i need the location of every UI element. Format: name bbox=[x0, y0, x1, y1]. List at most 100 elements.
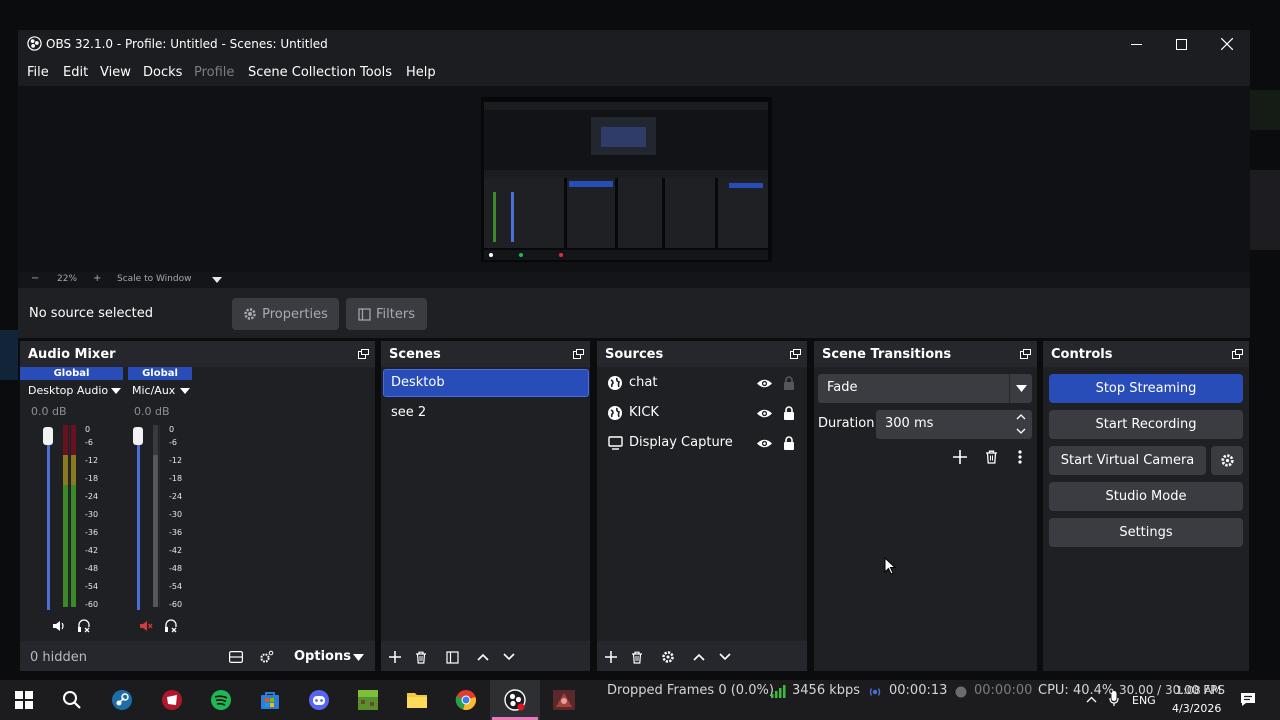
menu-docks[interactable]: Docks bbox=[143, 65, 182, 80]
eye-icon[interactable] bbox=[755, 376, 773, 390]
chevron-down-icon[interactable] bbox=[179, 387, 191, 395]
filters-label: Filters bbox=[376, 306, 415, 322]
menu-file[interactable]: File bbox=[27, 65, 49, 80]
search-icon[interactable] bbox=[57, 685, 87, 715]
chevron-up-icon[interactable] bbox=[475, 649, 491, 665]
eye-icon[interactable] bbox=[755, 436, 773, 450]
speaker-icon[interactable] bbox=[52, 619, 66, 633]
chevron-up-icon[interactable] bbox=[1085, 694, 1097, 704]
chevron-up-icon[interactable] bbox=[1014, 411, 1028, 423]
chrome-icon[interactable] bbox=[451, 685, 481, 715]
volume-slider-handle[interactable] bbox=[43, 427, 53, 445]
trash-icon[interactable] bbox=[629, 649, 645, 665]
volume-slider-handle[interactable] bbox=[133, 427, 143, 445]
clock-date[interactable]: 4/3/2026 bbox=[1172, 702, 1221, 715]
add-icon[interactable] bbox=[951, 448, 969, 466]
lock-icon[interactable] bbox=[782, 405, 796, 421]
steam-icon[interactable] bbox=[107, 685, 137, 715]
notifications-icon[interactable] bbox=[1239, 690, 1257, 708]
add-icon[interactable] bbox=[387, 649, 403, 665]
close-icon[interactable] bbox=[1212, 30, 1242, 58]
volume-meter bbox=[63, 425, 77, 611]
more-options-icon[interactable] bbox=[1012, 448, 1028, 466]
settings-button[interactable]: Settings bbox=[1049, 518, 1243, 547]
menu-edit[interactable]: Edit bbox=[63, 65, 88, 80]
channel-global-badge: Global bbox=[128, 367, 192, 380]
studio-mode-button[interactable]: Studio Mode bbox=[1049, 482, 1243, 511]
minimize-icon[interactable] bbox=[1121, 30, 1151, 58]
eye-icon[interactable] bbox=[755, 406, 773, 420]
file-explorer-icon[interactable] bbox=[402, 685, 432, 715]
preview-thumbnail bbox=[481, 97, 772, 262]
volume-slider-track[interactable] bbox=[137, 430, 140, 610]
stop-streaming-button[interactable]: Stop Streaming bbox=[1049, 374, 1243, 403]
advanced-audio-icon[interactable] bbox=[258, 649, 274, 665]
channel-name-desktop-audio[interactable]: Desktop Audio bbox=[28, 384, 108, 397]
channel-level-desktop: 0.0 dB bbox=[31, 405, 67, 418]
riot-icon[interactable] bbox=[157, 685, 187, 715]
menu-tools[interactable]: Tools bbox=[360, 65, 392, 80]
lock-icon[interactable] bbox=[782, 435, 796, 451]
volume-slider-track[interactable] bbox=[47, 430, 50, 610]
select-divider bbox=[1009, 374, 1010, 403]
zoom-out-button[interactable]: − bbox=[31, 273, 39, 284]
undock-icon[interactable] bbox=[1232, 349, 1243, 359]
trash-icon[interactable] bbox=[413, 649, 429, 665]
filter-icon[interactable] bbox=[444, 649, 460, 665]
microphone-icon[interactable] bbox=[1107, 690, 1121, 708]
layout-icon[interactable] bbox=[228, 649, 244, 665]
speaker-muted-icon[interactable] bbox=[139, 619, 153, 633]
headphone-monitor-icon[interactable] bbox=[77, 619, 91, 633]
scene-name[interactable]: see 2 bbox=[391, 405, 426, 420]
undock-icon[interactable] bbox=[790, 349, 801, 359]
volume-meter bbox=[153, 425, 167, 611]
no-source-label: No source selected bbox=[29, 306, 153, 321]
start-virtual-camera-button[interactable]: Start Virtual Camera bbox=[1049, 446, 1206, 475]
background-window-edge bbox=[1250, 90, 1280, 130]
properties-button[interactable]: Properties bbox=[232, 298, 339, 330]
add-icon[interactable] bbox=[603, 649, 619, 665]
unlock-icon[interactable] bbox=[782, 375, 796, 391]
channel-name-mic-aux[interactable]: Mic/Aux bbox=[132, 384, 175, 397]
spotify-icon[interactable] bbox=[206, 685, 236, 715]
chevron-down-icon[interactable] bbox=[352, 653, 364, 661]
controls-title: Controls bbox=[1051, 347, 1113, 362]
store-icon[interactable] bbox=[255, 685, 285, 715]
menu-profile[interactable]: Profile bbox=[194, 65, 234, 80]
discord-icon[interactable] bbox=[304, 685, 334, 715]
globe-icon bbox=[607, 405, 623, 421]
chevron-down-icon[interactable] bbox=[211, 275, 223, 285]
chevron-down-icon[interactable] bbox=[1015, 384, 1027, 392]
clock-time[interactable]: 1:08 AM bbox=[1176, 684, 1221, 697]
scenes-title: Scenes bbox=[389, 347, 441, 362]
gear-icon[interactable] bbox=[660, 649, 676, 665]
menu-help[interactable]: Help bbox=[406, 65, 436, 80]
filters-button[interactable]: Filters bbox=[346, 298, 427, 330]
language-indicator[interactable]: ENG bbox=[1132, 694, 1156, 707]
stream-time: 00:00:13 bbox=[889, 683, 948, 698]
zoom-in-button[interactable]: + bbox=[93, 273, 101, 284]
minecraft-icon[interactable] bbox=[353, 685, 383, 715]
chevron-up-icon[interactable] bbox=[691, 649, 707, 665]
game-icon[interactable] bbox=[549, 685, 579, 715]
scale-mode-select[interactable]: Scale to Window bbox=[117, 274, 191, 284]
maximize-icon[interactable] bbox=[1166, 30, 1196, 58]
duration-value: 300 ms bbox=[885, 416, 934, 431]
chevron-down-icon[interactable] bbox=[1014, 425, 1028, 437]
chevron-down-icon[interactable] bbox=[110, 387, 122, 395]
headphone-monitor-icon[interactable] bbox=[164, 619, 178, 633]
undock-icon[interactable] bbox=[573, 349, 584, 359]
meter-scale: 0 -6 -12 -18 -24 -30 -36 -42 -48 -54 -60 bbox=[169, 425, 183, 609]
audio-mixer-title: Audio Mixer bbox=[28, 347, 116, 362]
undock-icon[interactable] bbox=[1020, 349, 1031, 359]
windows-start-icon[interactable] bbox=[9, 685, 39, 715]
options-menu[interactable]: Options bbox=[294, 649, 351, 664]
menu-view[interactable]: View bbox=[100, 65, 131, 80]
chevron-down-icon[interactable] bbox=[501, 649, 517, 665]
start-recording-button[interactable]: Start Recording bbox=[1049, 410, 1243, 439]
chevron-down-icon[interactable] bbox=[717, 649, 733, 665]
menu-scene-collection[interactable]: Scene Collection bbox=[248, 65, 356, 80]
undock-icon[interactable] bbox=[358, 349, 369, 359]
obs-icon[interactable] bbox=[500, 685, 530, 715]
trash-icon[interactable] bbox=[982, 448, 1000, 466]
